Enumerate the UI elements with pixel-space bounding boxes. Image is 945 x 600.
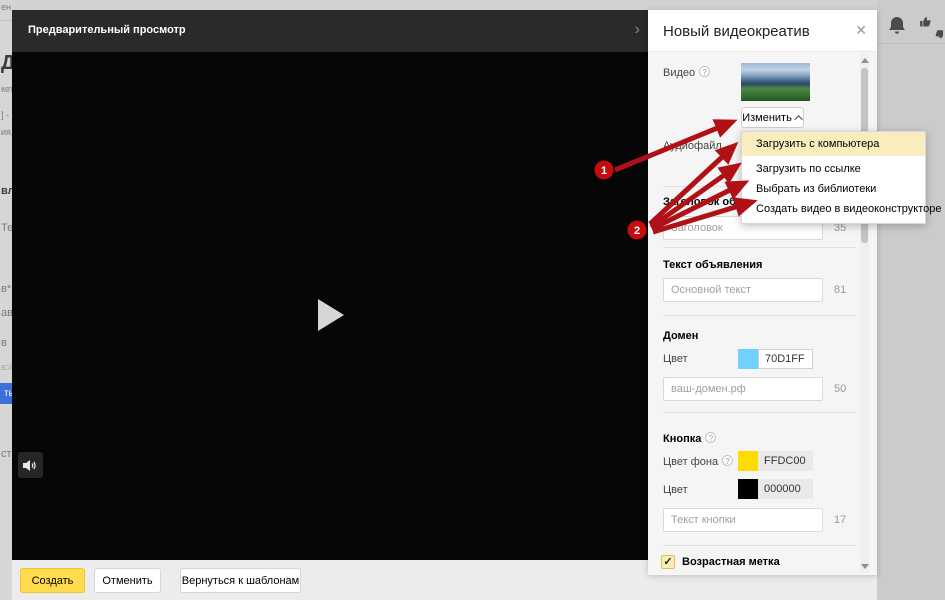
thumbs-rating-icon[interactable] [917,14,941,38]
domain-color-label: Цвет [663,353,688,365]
age-checkbox[interactable]: ✓ [661,555,675,569]
info-icon[interactable]: ? [705,432,716,443]
divider [877,43,945,44]
page-fragment: ст [1,448,12,460]
divider [663,247,856,248]
ad-text-counter: 81 [834,284,846,296]
menu-item-upload-from-computer[interactable]: Загрузить с компьютера [742,132,925,156]
video-label: Видео? [663,66,710,79]
chevron-up-icon [794,115,802,123]
page-fragment: ен [1,2,11,12]
chevron-right-icon[interactable]: › [635,21,640,39]
scroll-up-icon[interactable] [861,58,869,63]
create-button[interactable]: Создать [20,568,85,593]
preview-header: Предварительный просмотр › [12,10,648,52]
domain-color-swatch[interactable] [738,349,758,369]
video-preview[interactable] [12,52,648,560]
change-video-button[interactable]: Изменить [741,107,804,128]
audio-file-label: Аудиофайл [663,140,722,152]
domain-heading: Домен [663,330,698,342]
menu-item-create-in-constructor[interactable]: Создать видео в видеоконструкторе [742,199,925,219]
preview-title: Предварительный просмотр [28,24,186,36]
panel-title: Новый видеокреатив [663,23,810,40]
button-text-color-label: Цвет [663,484,688,496]
domain-input[interactable] [663,377,823,401]
divider [663,545,856,546]
page-fragment: Те [1,222,12,234]
menu-item-choose-from-library[interactable]: Выбрать из библиотеки [742,179,925,199]
change-video-dropdown-menu: Загрузить с компьютера Загрузить по ссыл… [741,131,926,224]
divider [663,315,856,316]
button-text-color-value[interactable]: 000000 [758,479,813,499]
page-fragment: ав [1,307,12,319]
video-thumbnail[interactable] [741,63,810,101]
bell-icon[interactable] [885,14,909,38]
ad-text-input[interactable] [663,278,823,302]
domain-counter: 50 [834,383,846,395]
back-to-templates-button[interactable]: Вернуться к шаблонам [180,568,301,593]
cancel-button[interactable]: Отменить [94,568,161,593]
speaker-icon [23,459,38,472]
button-heading: Кнопка? [663,432,716,445]
age-label: Возрастная метка [682,556,780,568]
button-bg-color-label: Цвет фона? [663,455,733,468]
dimmed-page-right-area [877,0,945,600]
dimmed-page-left-strip: ен Д кет ] - ия, вл Те в* ав в s:// ть с… [0,0,12,600]
page-fragment: s:// [1,362,12,372]
page-fragment: кет [1,84,12,94]
divider [663,412,856,413]
close-icon[interactable]: ✕ [855,22,867,39]
domain-color-value[interactable]: 70D1FF [758,349,813,369]
divider [0,20,12,21]
page-fragment: в [1,337,7,349]
button-text-counter: 17 [834,514,846,526]
page-fragment: ия, [1,127,12,137]
panel-header: Новый видеокреатив ✕ [648,10,877,52]
new-video-creative-panel: Новый видеокреатив ✕ Видео? Изменить Ауд… [648,10,877,575]
page-fragment: ] - [1,110,9,120]
page-fragment: Д [1,52,12,75]
page-fragment: вл [1,185,12,197]
age-label-row[interactable]: ✓ Возрастная метка [661,555,780,569]
info-icon[interactable]: ? [722,455,733,466]
page-fragment: в* [1,283,11,295]
scroll-down-icon[interactable] [861,564,869,569]
button-text-input[interactable] [663,508,823,532]
page-button-fragment: ть [0,383,12,404]
button-bg-color-value[interactable]: FFDC00 [758,451,813,471]
mute-button[interactable] [18,452,43,478]
info-icon[interactable]: ? [699,66,710,77]
ad-text-heading: Текст объявления [663,259,762,271]
button-bg-color-swatch[interactable] [738,451,758,471]
menu-item-upload-by-link[interactable]: Загрузить по ссылке [742,159,925,179]
play-icon[interactable] [318,299,344,331]
button-text-color-swatch[interactable] [738,479,758,499]
